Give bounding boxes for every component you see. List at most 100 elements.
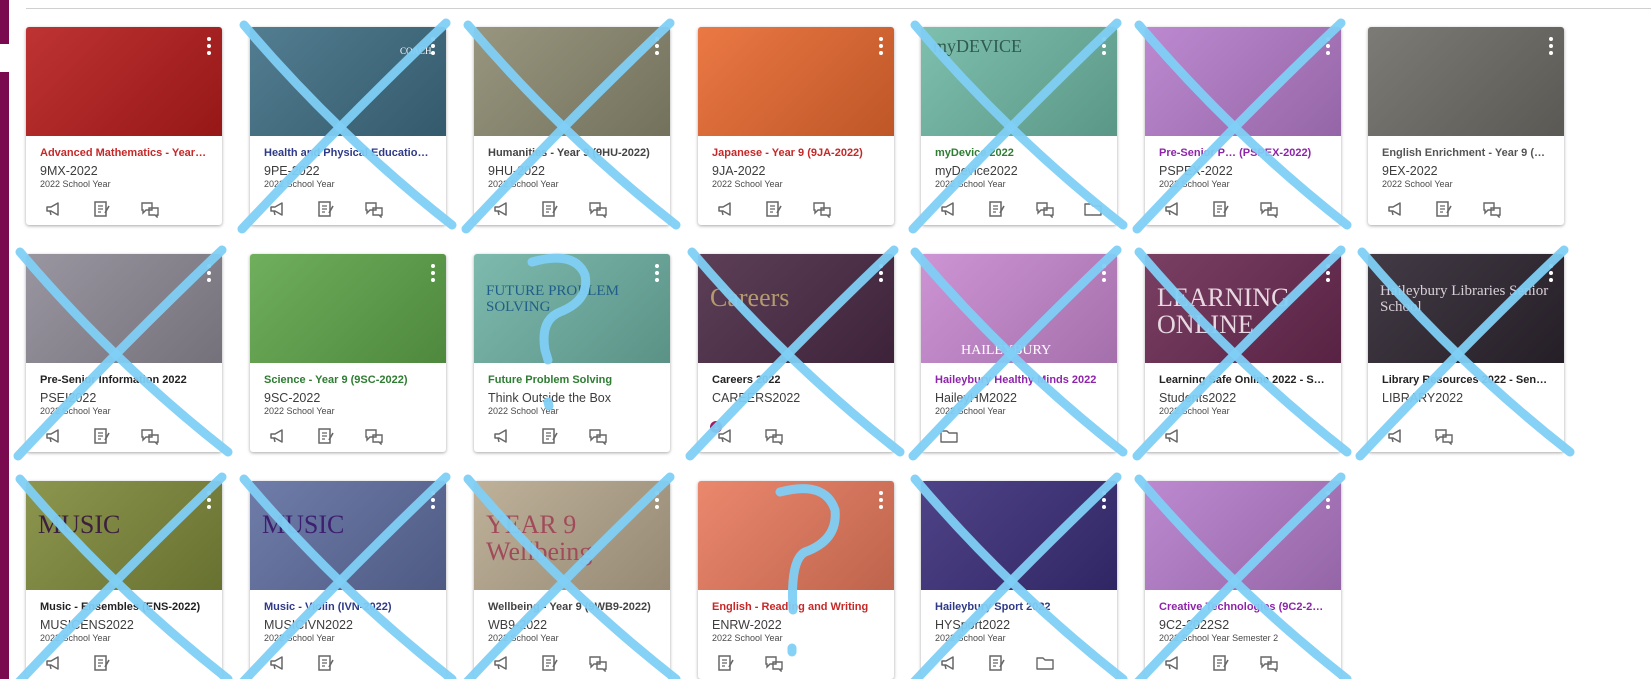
discussion-icon[interactable] bbox=[588, 427, 608, 445]
card-options-menu-icon[interactable] bbox=[654, 491, 660, 512]
card-options-menu-icon[interactable] bbox=[1325, 491, 1331, 512]
assignment-icon[interactable] bbox=[92, 200, 112, 218]
announcement-icon[interactable] bbox=[492, 200, 512, 218]
course-card-hero-image[interactable] bbox=[698, 481, 894, 590]
file-icon[interactable] bbox=[939, 427, 959, 445]
assignment-icon[interactable] bbox=[92, 427, 112, 445]
announcement-icon[interactable] bbox=[268, 427, 288, 445]
course-card-music-vln[interactable]: MUSIC Music - Violin (IVN-2022) MUSICIVN20… bbox=[250, 481, 446, 679]
card-options-menu-icon[interactable] bbox=[430, 491, 436, 512]
course-title-link[interactable]: Japanese - Year 9 (9JA-2022) bbox=[712, 146, 880, 160]
card-options-menu-icon[interactable] bbox=[878, 264, 884, 285]
course-title-link[interactable]: Wellbeing - Year 9 (9WB9-2022) bbox=[488, 600, 656, 614]
course-title-link[interactable]: English Enrichment - Year 9 (9EX-2… bbox=[1382, 146, 1550, 160]
course-card-hhm[interactable]: HAILEYBURY Haileybury Healthy Minds 2022 H… bbox=[921, 254, 1117, 452]
card-options-menu-icon[interactable] bbox=[1548, 264, 1554, 285]
course-card-hero-image[interactable]: MUSIC bbox=[250, 481, 446, 590]
course-card-japanese[interactable]: Japanese - Year 9 (9JA-2022) 9JA-2022 2022… bbox=[698, 27, 894, 225]
course-card-hero-image[interactable]: FUTURE PROBLEM SOLVING bbox=[474, 254, 670, 363]
discussion-icon[interactable] bbox=[1434, 427, 1454, 445]
course-title-link[interactable]: Learning Safe Online 2022 - Students bbox=[1159, 373, 1327, 387]
course-title-link[interactable]: Humanities - Year 9 (9HU-2022) bbox=[488, 146, 656, 160]
announcement-icon[interactable] bbox=[1386, 427, 1406, 445]
course-card-hero-image[interactable]: myDEVICE bbox=[921, 27, 1117, 136]
discussion-icon[interactable] bbox=[1482, 200, 1502, 218]
announcement-icon[interactable] bbox=[1386, 200, 1406, 218]
card-options-menu-icon[interactable] bbox=[1325, 264, 1331, 285]
course-card-mydevice[interactable]: myDEVICE myDevice 2022 myDevice2022 2022 Sc… bbox=[921, 27, 1117, 225]
course-title-link[interactable]: Music - Ensembles (ENS-2022) bbox=[40, 600, 208, 614]
discussion-icon[interactable] bbox=[364, 427, 384, 445]
discussion-icon[interactable] bbox=[588, 654, 608, 672]
assignment-icon[interactable] bbox=[540, 654, 560, 672]
announcement-icon[interactable] bbox=[716, 200, 736, 218]
course-title-link[interactable]: Haileybury Sport 2022 bbox=[935, 600, 1103, 614]
file-icon[interactable] bbox=[1083, 200, 1103, 218]
assignment-icon[interactable] bbox=[987, 654, 1007, 672]
course-card-hero-image[interactable] bbox=[26, 254, 222, 363]
card-options-menu-icon[interactable] bbox=[430, 264, 436, 285]
course-card-adv-math[interactable]: Advanced Mathematics - Year 9 (9… 9MX-202… bbox=[26, 27, 222, 225]
card-options-menu-icon[interactable] bbox=[1101, 491, 1107, 512]
course-title-link[interactable]: Creative Technologies (9C2-202… bbox=[1159, 600, 1327, 614]
card-options-menu-icon[interactable] bbox=[206, 37, 212, 58]
course-card-english-rw[interactable]: English - Reading and Writing ENRW-2022 20… bbox=[698, 481, 894, 679]
announcement-icon[interactable] bbox=[939, 200, 959, 218]
discussion-icon[interactable] bbox=[764, 427, 784, 445]
assignment-icon[interactable] bbox=[1211, 654, 1231, 672]
course-card-science[interactable]: Science - Year 9 (9SC-2022) 9SC-2022 2022 … bbox=[250, 254, 446, 452]
course-card-hero-image[interactable]: Careers bbox=[698, 254, 894, 363]
course-card-hero-image[interactable]: COACH bbox=[250, 27, 446, 136]
course-title-link[interactable]: Pre-Senior P… (PSPEX-2022) bbox=[1159, 146, 1327, 160]
course-card-creative-tech[interactable]: Creative Technologies (9C2-202… 9C2-2022S… bbox=[1145, 481, 1341, 679]
course-card-english-enrich[interactable]: English Enrichment - Year 9 (9EX-2… 9EX-2… bbox=[1368, 27, 1564, 225]
assignment-icon[interactable] bbox=[316, 200, 336, 218]
assignment-icon[interactable] bbox=[540, 427, 560, 445]
course-card-library[interactable]: Haileybury Libraries Senior School Librar… bbox=[1368, 254, 1564, 452]
course-card-hero-image[interactable] bbox=[250, 254, 446, 363]
course-card-pspex[interactable]: Pre-Senior P… (PSPEX-2022) PSPEX-2022 2022… bbox=[1145, 27, 1341, 225]
assignment-icon[interactable] bbox=[92, 654, 112, 672]
course-title-link[interactable]: English - Reading and Writing bbox=[712, 600, 880, 614]
course-title-link[interactable]: Pre-Senior Information 2022 bbox=[40, 373, 208, 387]
announcement-icon[interactable]: 1 bbox=[710, 421, 736, 445]
discussion-icon[interactable] bbox=[1259, 200, 1279, 218]
file-icon[interactable] bbox=[1035, 654, 1055, 672]
discussion-icon[interactable] bbox=[140, 427, 160, 445]
course-card-humanities[interactable]: Humanities - Year 9 (9HU-2022) 9HU-2022 20… bbox=[474, 27, 670, 225]
discussion-icon[interactable] bbox=[812, 200, 832, 218]
course-card-future[interactable]: FUTURE PROBLEM SOLVING Future Problem Sol… bbox=[474, 254, 670, 452]
card-options-menu-icon[interactable] bbox=[430, 37, 436, 58]
course-title-link[interactable]: Advanced Mathematics - Year 9 (9… bbox=[40, 146, 208, 160]
card-options-menu-icon[interactable] bbox=[1325, 37, 1331, 58]
course-card-psei[interactable]: Pre-Senior Information 2022 PSEI2022 2022 … bbox=[26, 254, 222, 452]
assignment-icon[interactable] bbox=[1434, 200, 1454, 218]
course-card-hysport[interactable]: Haileybury Sport 2022 HYSport2022 2022 Sch… bbox=[921, 481, 1117, 679]
course-card-hero-image[interactable]: YEAR 9 Wellbeing bbox=[474, 481, 670, 590]
card-options-menu-icon[interactable] bbox=[206, 264, 212, 285]
announcement-icon[interactable] bbox=[44, 654, 64, 672]
announcement-icon[interactable] bbox=[268, 200, 288, 218]
card-options-menu-icon[interactable] bbox=[654, 37, 660, 58]
course-title-link[interactable]: Library Resources 2022 - Senior S… bbox=[1382, 373, 1550, 387]
card-options-menu-icon[interactable] bbox=[1101, 37, 1107, 58]
discussion-icon[interactable] bbox=[364, 200, 384, 218]
announcement-icon[interactable] bbox=[268, 654, 288, 672]
assignment-icon[interactable] bbox=[316, 654, 336, 672]
card-options-menu-icon[interactable] bbox=[878, 491, 884, 512]
announcement-icon[interactable] bbox=[492, 427, 512, 445]
course-card-hero-image[interactable] bbox=[1145, 27, 1341, 136]
assignment-icon[interactable] bbox=[316, 427, 336, 445]
course-title-link[interactable]: Future Problem Solving bbox=[488, 373, 656, 387]
course-title-link[interactable]: myDevice 2022 bbox=[935, 146, 1103, 160]
course-card-hero-image[interactable]: MUSIC bbox=[26, 481, 222, 590]
course-title-link[interactable]: Music - Violin (IVN-2022) bbox=[264, 600, 432, 614]
card-options-menu-icon[interactable] bbox=[1548, 37, 1554, 58]
course-card-careers[interactable]: Careers Careers 2022 CAREERS2022 1 bbox=[698, 254, 894, 452]
assignment-icon[interactable] bbox=[716, 654, 736, 672]
course-card-hero-image[interactable]: HAILEYBURY bbox=[921, 254, 1117, 363]
discussion-icon[interactable] bbox=[588, 200, 608, 218]
announcement-icon[interactable] bbox=[44, 200, 64, 218]
assignment-icon[interactable] bbox=[764, 200, 784, 218]
course-title-link[interactable]: Haileybury Healthy Minds 2022 bbox=[935, 373, 1103, 387]
